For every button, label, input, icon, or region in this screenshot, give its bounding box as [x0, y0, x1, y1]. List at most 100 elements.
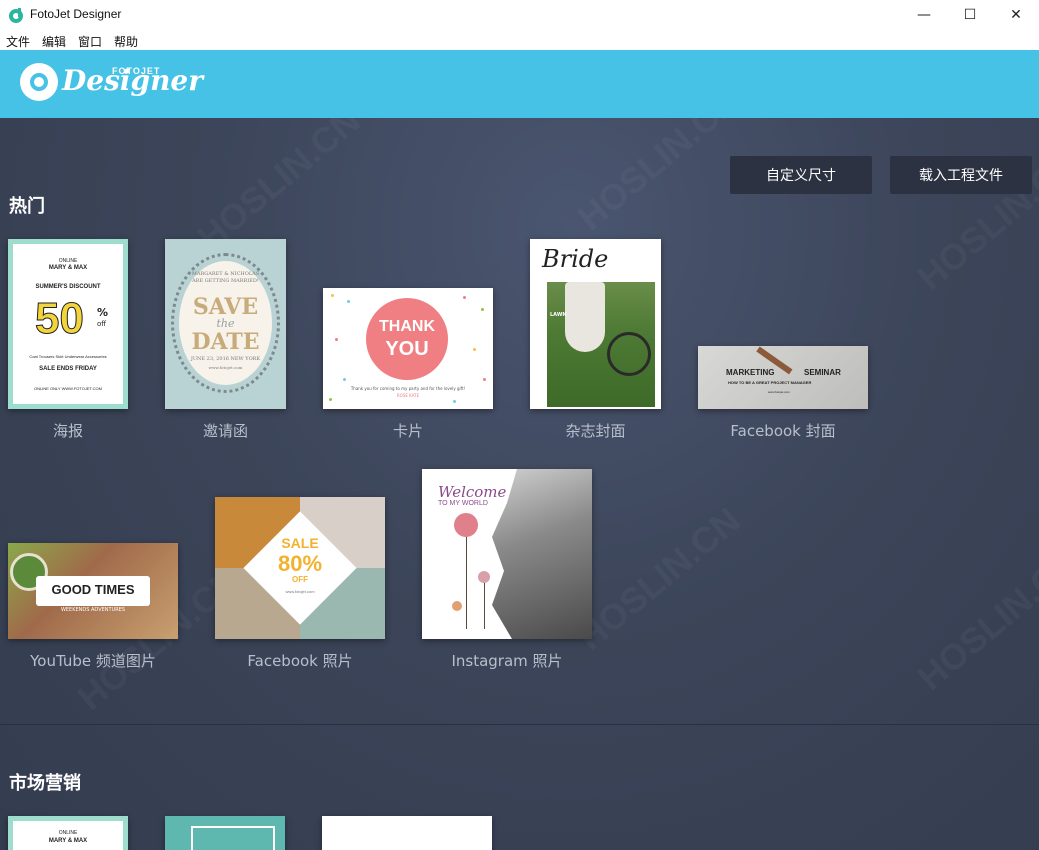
template-label[interactable]: Facebook 照片: [215, 650, 385, 671]
confetti-dot: [453, 400, 456, 403]
thumb-text: %: [97, 306, 109, 319]
thumb-text: OFF: [292, 575, 308, 584]
magazine-photo: [547, 282, 655, 407]
menu-window[interactable]: 窗口: [78, 33, 102, 50]
section-title-hot: 热门: [9, 196, 45, 217]
confetti-dot: [329, 398, 332, 401]
template-card[interactable]: THANK YOU Thank you for coming to my par…: [323, 288, 493, 409]
thumb-text: MARY & MAX: [48, 838, 88, 844]
thumb-text: 80%: [277, 551, 323, 576]
template-instagram-photo[interactable]: Welcome TO MY WORLD: [422, 469, 592, 639]
bicycle-wheel: [607, 332, 651, 376]
thumb-text: THANK: [379, 318, 435, 335]
watermark: HOSLIN.CN: [570, 499, 749, 658]
thumb-text: Thank you for coming to my party and for…: [350, 386, 466, 391]
thumb-text: ARE GETTING MARRIED!: [192, 278, 259, 284]
template-label[interactable]: Facebook 封面: [698, 420, 868, 441]
thumb-text: www.fotojet.com: [285, 589, 315, 594]
template-label[interactable]: Instagram 照片: [422, 650, 592, 671]
thumb-text: SALE ENDS FRIDAY: [39, 366, 97, 372]
template-marketing-poster[interactable]: ONLINE MARY & MAX: [8, 816, 128, 850]
template-label[interactable]: 海报: [8, 420, 128, 441]
thumb-text: MARY & MAX: [48, 265, 88, 271]
watermark: HOSLIN.CN: [570, 118, 749, 239]
app-icon: [9, 8, 23, 23]
confetti-dot: [481, 308, 484, 311]
load-project-button[interactable]: 载入工程文件: [890, 156, 1032, 194]
thumb-text: off: [97, 320, 107, 328]
window-title: FotoJet Designer: [30, 7, 122, 21]
menu-help[interactable]: 帮助: [114, 33, 138, 50]
flower-icon: [478, 571, 490, 583]
section-title-marketing: 市场营销: [9, 773, 81, 794]
template-label[interactable]: YouTube 频道图片: [8, 650, 178, 671]
template-facebook-photo[interactable]: SALE 80% OFF www.fotojet.com: [215, 497, 385, 639]
flower-stem: [484, 579, 485, 629]
menu-bar: 文件 编辑 窗口 帮助: [0, 30, 1039, 50]
dress-shape: [565, 282, 605, 352]
thumb-text: MARGARET & NICHOLAS: [191, 271, 260, 277]
confetti-dot: [463, 296, 466, 299]
custom-size-button[interactable]: 自定义尺寸: [730, 156, 872, 194]
template-invitation[interactable]: MARGARET & NICHOLAS ARE GETTING MARRIED!…: [165, 239, 286, 409]
flower-stem: [466, 529, 467, 629]
poster-thumbnail: ONLINE MARY & MAX: [13, 821, 123, 850]
confetti-dot: [483, 378, 486, 381]
template-label[interactable]: 邀请函: [165, 420, 286, 441]
thumb-text: ROSE KATE: [396, 393, 420, 398]
thumb-text: JUNE 23, 2016 NEW YORK: [190, 356, 261, 362]
confetti-dot: [343, 378, 346, 381]
thumb-text: SALE: [281, 535, 319, 551]
confetti-dot: [335, 338, 338, 341]
app-header: Designer FOTOJET: [0, 50, 1039, 118]
thumb-text: TO MY WORLD: [438, 500, 488, 507]
thumb-text: ONLINE: [58, 830, 78, 836]
thumb-text: www.fotojet.com: [768, 390, 790, 394]
confetti-dot: [347, 300, 350, 303]
template-facebook-cover[interactable]: MARKETING SEMINAR HOW TO BE A GREAT PROJ…: [698, 346, 868, 409]
thumb-text: ONLINE ONLY WWW.FOTOJET.COM: [33, 386, 102, 391]
portrait-photo: [492, 469, 592, 639]
thumb-text: YOU: [385, 338, 429, 360]
template-youtube-banner[interactable]: GOOD TIMES WEEKENDS ADVENTURES: [8, 543, 178, 639]
template-gallery[interactable]: HOSLIN.CN HOSLIN.CN HOSLIN.CN HOSLIN.CN …: [0, 118, 1039, 850]
thumb-text: www.fotojet.com: [208, 365, 243, 370]
template-marketing-flyer[interactable]: [165, 816, 285, 850]
thumb-text: ONLINE: [58, 258, 78, 264]
thumb-text: GOOD TIMES: [51, 582, 135, 597]
template-marketing-card[interactable]: [322, 816, 492, 850]
minimize-button[interactable]: —: [901, 0, 947, 30]
logo-brand: FOTOJET: [112, 66, 161, 76]
thumb-text: 50: [35, 294, 85, 344]
template-label[interactable]: 卡片: [323, 420, 493, 441]
title-bar: FotoJet Designer — ☐ ✕: [0, 0, 1039, 30]
logo-icon: [20, 63, 58, 101]
close-button[interactable]: ✕: [993, 0, 1039, 30]
template-poster[interactable]: ONLINE MARY & MAX SUMMER'S DISCOUNT 50 %…: [8, 239, 128, 409]
thumb-text: SEMINAR: [804, 368, 841, 377]
thumb-text: SUMMER'S DISCOUNT: [35, 284, 101, 290]
thumb-text: WEEKENDS ADVENTURES: [60, 607, 126, 613]
frame-decoration: [191, 826, 275, 850]
poster-thumbnail: ONLINE MARY & MAX SUMMER'S DISCOUNT 50 %…: [13, 244, 123, 404]
template-magazine-cover[interactable]: Bride LAWN: [530, 239, 661, 409]
thumb-text: Welcome: [438, 483, 507, 501]
thumb-text: HOW TO BE A GREAT PROJECT MANAGER: [728, 380, 812, 385]
watermark: HOSLIN.CN: [910, 539, 1039, 698]
thank-you-blob: THANK YOU: [366, 298, 448, 380]
menu-file[interactable]: 文件: [6, 33, 30, 50]
confetti-dot: [473, 348, 476, 351]
menu-edit[interactable]: 编辑: [42, 33, 66, 50]
thumb-text: Bride: [542, 245, 609, 273]
template-label[interactable]: 杂志封面: [530, 420, 661, 441]
flower-icon: [454, 513, 478, 537]
section-divider: [0, 724, 1039, 725]
maximize-button[interactable]: ☐: [947, 0, 993, 30]
thumb-text: MARKETING: [726, 368, 775, 377]
confetti-dot: [331, 294, 334, 297]
thumb-text: Coat Trousers Skirt Underwear Accessorie…: [29, 354, 107, 359]
thumb-text: DATE: [191, 329, 260, 355]
watermark: HOSLIN.CN: [190, 118, 369, 259]
thumb-text: LAWN: [550, 312, 567, 318]
flower-icon: [452, 601, 462, 611]
